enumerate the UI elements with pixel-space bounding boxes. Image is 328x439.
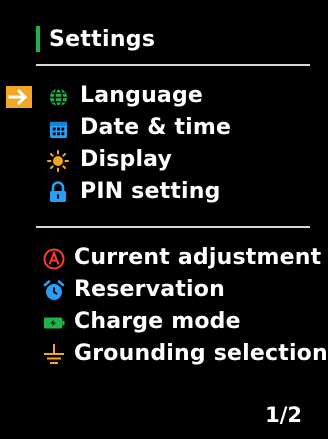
menu-item-label: Charge mode	[74, 309, 241, 334]
menu-item-label: Current adjustment	[74, 245, 322, 270]
battery-icon	[43, 312, 65, 334]
settings-screen: Settings Language Date & time Display PI…	[0, 0, 328, 439]
ground-icon	[43, 344, 65, 366]
alarm-clock-icon	[43, 280, 65, 302]
menu-item-label: Display	[80, 147, 173, 172]
page-title: Settings	[49, 26, 156, 52]
sun-icon	[47, 150, 69, 172]
menu-item-label: Reservation	[74, 277, 225, 302]
arrow-right-icon	[6, 86, 32, 108]
globe-icon	[47, 86, 69, 108]
lock-icon	[47, 181, 69, 203]
menu-item-label: Language	[80, 83, 204, 108]
menu-item-label: Date & time	[80, 115, 232, 140]
page-indicator: 1/2	[265, 403, 302, 427]
divider-top	[36, 64, 310, 66]
menu-item-label: Grounding selection	[74, 341, 328, 366]
calendar-icon	[47, 118, 69, 140]
menu-item-label: PIN setting	[80, 179, 221, 204]
divider-middle	[36, 226, 310, 228]
header: Settings	[36, 24, 155, 54]
title-accent-bar	[36, 26, 40, 52]
current-a-icon	[43, 248, 65, 270]
